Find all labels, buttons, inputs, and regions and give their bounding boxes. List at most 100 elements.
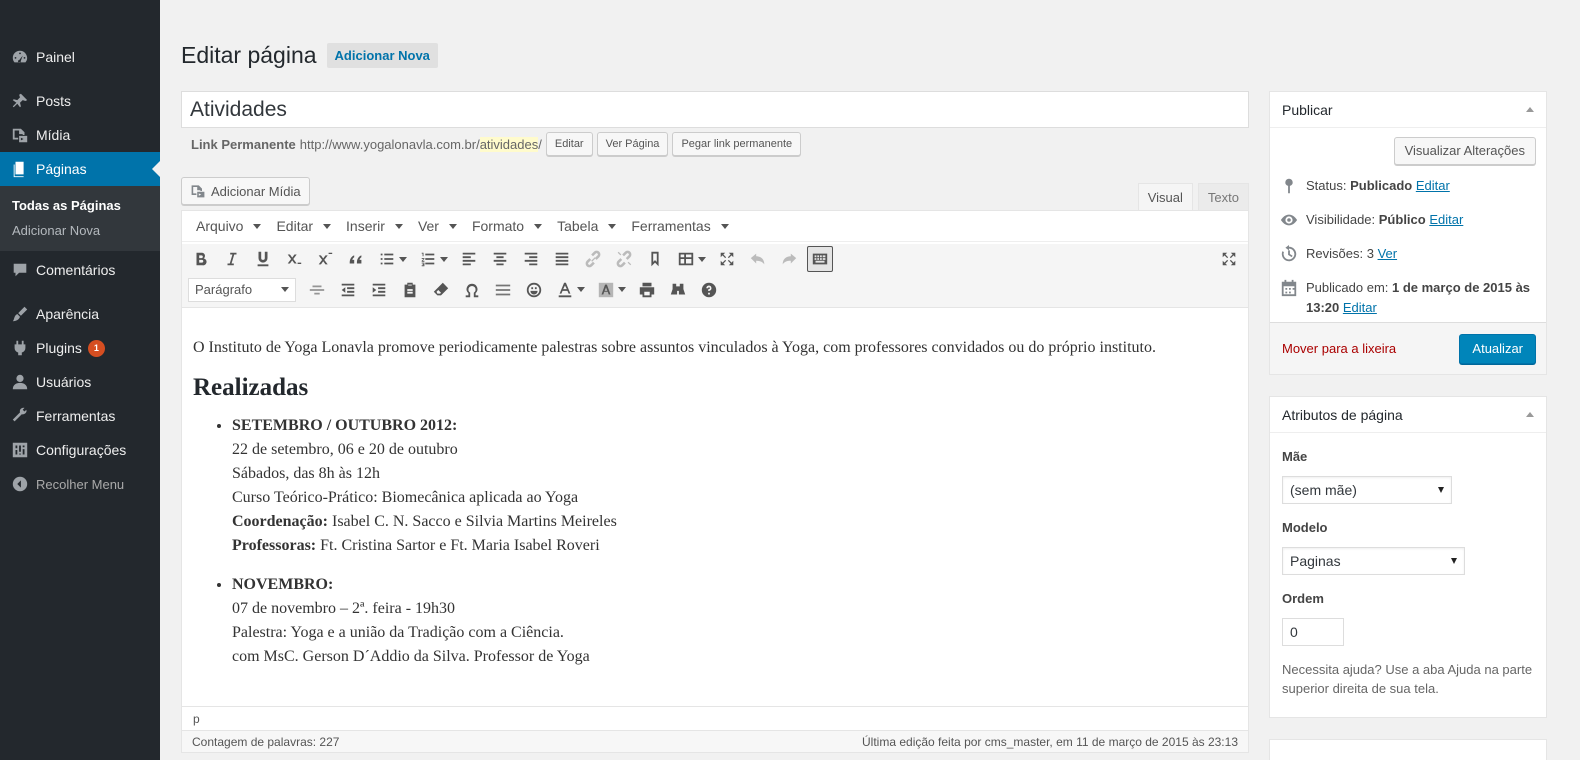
order-input[interactable]: 0 — [1282, 618, 1344, 646]
permalink-base: http://www.yogalonavla.com.br/ — [299, 136, 480, 152]
outdent-icon[interactable] — [335, 277, 361, 303]
find-replace-icon[interactable] — [665, 277, 691, 303]
get-shortlink-button[interactable]: Pegar link permanente — [672, 132, 802, 156]
item-line: 22 de setembro, 06 e 20 de outubro — [232, 441, 458, 458]
menu-tools[interactable]: Ferramentas — [621, 218, 733, 234]
align-center-icon[interactable] — [487, 246, 513, 272]
underline-icon[interactable] — [250, 246, 276, 272]
numbered-list-icon[interactable] — [415, 246, 451, 272]
menu-item-users[interactable]: Usuários — [0, 365, 160, 399]
view-revisions-link[interactable]: Ver — [1378, 246, 1398, 261]
visibility-row: Visibilidade: Público Editar — [1280, 210, 1540, 230]
help-text: Necessita ajuda? Use a aba Ajuda na part… — [1282, 662, 1533, 696]
menu-item-plugins[interactable]: Plugins 1 — [0, 331, 160, 365]
permalink-slug[interactable]: atividades — [479, 136, 539, 152]
table-icon[interactable] — [673, 246, 709, 272]
publish-actions: Mover para a lixeira Atualizar — [1270, 322, 1546, 374]
editor-content[interactable]: O Instituto de Yoga Lonavla promove peri… — [182, 308, 1248, 669]
menu-item-posts[interactable]: Posts — [0, 84, 160, 118]
menu-file[interactable]: Arquivo — [186, 218, 266, 234]
strikethrough-icon[interactable] — [304, 277, 330, 303]
template-select[interactable]: Paginas — [1282, 547, 1465, 575]
publish-box-header[interactable]: Publicar — [1270, 92, 1546, 128]
editor-statusbar: Contagem de palavras: 227 Última edição … — [182, 730, 1248, 752]
text-color-icon[interactable] — [552, 277, 588, 303]
media-icon — [10, 125, 30, 145]
subscript-icon[interactable] — [281, 246, 307, 272]
blockquote-icon[interactable] — [343, 246, 369, 272]
align-right-icon[interactable] — [518, 246, 544, 272]
link-icon[interactable] — [580, 246, 606, 272]
publish-box: Publicar Visualizar Alterações Status: P… — [1269, 91, 1547, 375]
unlink-icon[interactable] — [611, 246, 637, 272]
chevron-down-icon — [1451, 558, 1457, 564]
toolbar-toggle-icon[interactable] — [807, 246, 833, 272]
view-page-button[interactable]: Ver Página — [596, 132, 669, 156]
update-button[interactable]: Atualizar — [1459, 333, 1536, 364]
paste-text-icon[interactable] — [397, 277, 423, 303]
menu-item-comments[interactable]: Comentários — [0, 253, 160, 287]
menu-format[interactable]: Formato — [462, 218, 547, 234]
menu-item-dashboard[interactable]: Painel — [0, 40, 160, 74]
bullet-list-icon[interactable] — [374, 246, 410, 272]
edit-date-link[interactable]: Editar — [1343, 300, 1377, 315]
help-icon[interactable] — [696, 277, 722, 303]
format-select[interactable]: Parágrafo — [188, 277, 296, 302]
clear-formatting-icon[interactable] — [428, 277, 454, 303]
undo-icon[interactable] — [745, 246, 771, 272]
toggle-arrow-icon[interactable] — [1526, 107, 1534, 112]
tab-visual[interactable]: Visual — [1137, 183, 1193, 211]
toggle-arrow-icon[interactable] — [1526, 412, 1534, 417]
chevron-down-icon — [576, 287, 585, 292]
pages-submenu: Todas as Páginas Adicionar Nova — [0, 186, 160, 251]
distraction-free-icon[interactable] — [1216, 246, 1242, 272]
horizontal-line-icon[interactable] — [490, 277, 516, 303]
preview-changes-button[interactable]: Visualizar Alterações — [1393, 137, 1536, 165]
parent-select-value: (sem mãe) — [1290, 482, 1357, 498]
align-justify-icon[interactable] — [549, 246, 575, 272]
collapse-menu-button[interactable]: Recolher Menu — [0, 467, 160, 501]
edit-slug-button[interactable]: Editar — [545, 132, 593, 156]
add-new-page-button[interactable]: Adicionar Nova — [326, 43, 438, 68]
item-title: SETEMBRO / OUTUBRO 2012: — [232, 417, 458, 434]
italic-icon[interactable] — [219, 246, 245, 272]
menu-item-media[interactable]: Mídia — [0, 118, 160, 152]
superscript-icon[interactable] — [312, 246, 338, 272]
menu-insert[interactable]: Inserir — [336, 218, 408, 234]
edit-status-link[interactable]: Editar — [1416, 178, 1450, 193]
item-line: 07 de novembro – 2ª. feira - 19h30 — [232, 600, 456, 617]
special-character-icon[interactable] — [459, 277, 485, 303]
element-path[interactable]: p — [182, 706, 1248, 730]
background-color-icon[interactable] — [593, 277, 629, 303]
item-line: com MsC. Gerson D´Addio da Silva. Profes… — [232, 648, 590, 665]
submenu-add-new[interactable]: Adicionar Nova — [0, 218, 160, 243]
admin-menu: Painel Posts Mídia Páginas Todas as Pági… — [0, 0, 160, 501]
fullscreen-icon[interactable] — [714, 246, 740, 272]
menu-label: Configurações — [36, 442, 127, 458]
attributes-box-header[interactable]: Atributos de página — [1270, 397, 1546, 433]
menu-item-settings[interactable]: Configurações — [0, 433, 160, 467]
indent-icon[interactable] — [366, 277, 392, 303]
menu-item-tools[interactable]: Ferramentas — [0, 399, 160, 433]
edit-visibility-link[interactable]: Editar — [1429, 212, 1463, 227]
read-more-icon[interactable] — [642, 246, 668, 272]
chevron-down-icon — [323, 223, 332, 229]
submenu-all-pages[interactable]: Todas as Páginas — [0, 193, 160, 218]
bold-icon[interactable] — [188, 246, 214, 272]
parent-select[interactable]: (sem mãe) — [1282, 476, 1452, 504]
chevron-down-icon — [394, 223, 403, 229]
print-icon[interactable] — [634, 277, 660, 303]
menu-item-pages[interactable]: Páginas — [0, 152, 160, 186]
move-to-trash-link[interactable]: Mover para a lixeira — [1282, 341, 1396, 356]
align-left-icon[interactable] — [456, 246, 482, 272]
tab-text[interactable]: Texto — [1197, 183, 1249, 211]
chevron-down-icon — [720, 223, 729, 229]
post-title-input[interactable]: Atividades — [181, 91, 1249, 128]
menu-edit[interactable]: Editar — [266, 218, 336, 234]
redo-icon[interactable] — [776, 246, 802, 272]
menu-table[interactable]: Tabela — [547, 218, 621, 234]
menu-item-appearance[interactable]: Aparência — [0, 297, 160, 331]
menu-view[interactable]: Ver — [408, 218, 462, 234]
emoticons-icon[interactable] — [521, 277, 547, 303]
add-media-button[interactable]: Adicionar Mídia — [181, 177, 310, 205]
